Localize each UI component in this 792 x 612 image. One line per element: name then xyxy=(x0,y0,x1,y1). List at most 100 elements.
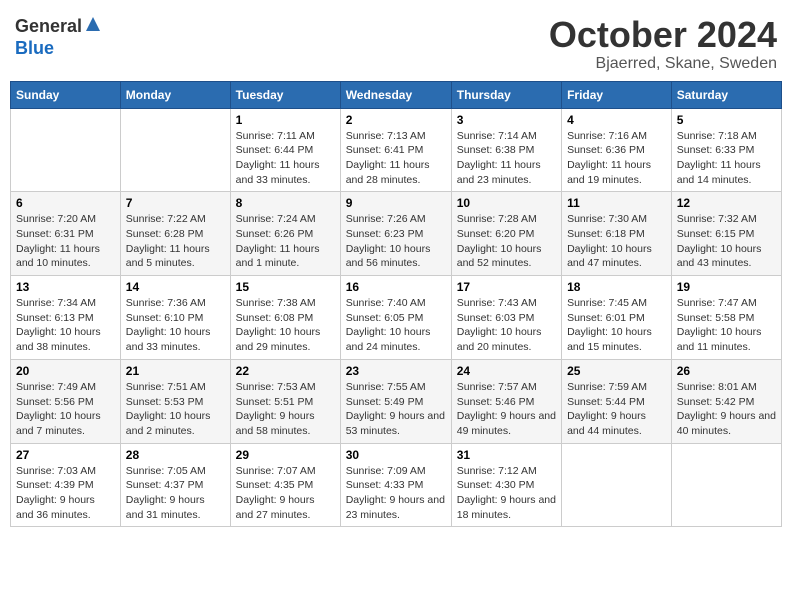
day-number: 29 xyxy=(236,448,335,462)
calendar-table: Sunday Monday Tuesday Wednesday Thursday… xyxy=(10,81,782,528)
table-row: 3Sunrise: 7:14 AMSunset: 6:38 PMDaylight… xyxy=(451,108,561,192)
day-number: 31 xyxy=(457,448,556,462)
day-info: Sunrise: 7:51 AMSunset: 5:53 PMDaylight:… xyxy=(126,380,225,439)
table-row: 31Sunrise: 7:12 AMSunset: 4:30 PMDayligh… xyxy=(451,443,561,527)
calendar-week-row: 27 Sunrise: 7:03 AMSunset: 4:39 PMDayligh… xyxy=(11,443,782,527)
logo: General Blue xyxy=(15,15,102,59)
month-title: October 2024 xyxy=(549,15,777,55)
table-row: 29 Sunrise: 7:07 AMSunset: 4:35 PMDayligh… xyxy=(230,443,340,527)
day-number: 12 xyxy=(677,196,776,210)
col-monday: Monday xyxy=(120,81,230,108)
col-wednesday: Wednesday xyxy=(340,81,451,108)
table-row: 25 Sunrise: 7:59 AMSunset: 5:44 PMDayligh… xyxy=(562,359,672,443)
day-number: 26 xyxy=(677,364,776,378)
day-info: Sunrise: 7:11 AMSunset: 6:44 PMDaylight:… xyxy=(236,129,335,188)
day-info: Sunrise: 7:45 AMSunset: 6:01 PMDaylight:… xyxy=(567,296,666,355)
day-number: 4 xyxy=(567,113,666,127)
table-row: 28 Sunrise: 7:05 AMSunset: 4:37 PMDayligh… xyxy=(120,443,230,527)
calendar-header-row: Sunday Monday Tuesday Wednesday Thursday… xyxy=(11,81,782,108)
table-row xyxy=(671,443,781,527)
day-info: Sunrise: 7:07 AMSunset: 4:35 PMDaylight:… xyxy=(236,464,335,523)
day-info: Sunrise: 7:43 AMSunset: 6:03 PMDaylight:… xyxy=(457,296,556,355)
day-info: Sunrise: 7:47 AMSunset: 5:58 PMDaylight:… xyxy=(677,296,776,355)
day-number: 9 xyxy=(346,196,446,210)
day-number: 21 xyxy=(126,364,225,378)
table-row: 6Sunrise: 7:20 AMSunset: 6:31 PMDaylight… xyxy=(11,192,121,276)
table-row: 27 Sunrise: 7:03 AMSunset: 4:39 PMDayligh… xyxy=(11,443,121,527)
day-number: 2 xyxy=(346,113,446,127)
day-number: 27 xyxy=(16,448,115,462)
day-info: Sunrise: 7:24 AMSunset: 6:26 PMDaylight:… xyxy=(236,212,335,271)
col-friday: Friday xyxy=(562,81,672,108)
title-area: October 2024 Bjaerred, Skane, Sweden xyxy=(549,15,777,73)
day-number: 7 xyxy=(126,196,225,210)
header: General Blue October 2024 Bjaerred, Skan… xyxy=(10,10,782,73)
table-row: 7 Sunrise: 7:22 AMSunset: 6:28 PMDaylight… xyxy=(120,192,230,276)
table-row xyxy=(120,108,230,192)
day-info: Sunrise: 7:53 AMSunset: 5:51 PMDaylight:… xyxy=(236,380,335,439)
table-row: 20Sunrise: 7:49 AMSunset: 5:56 PMDayligh… xyxy=(11,359,121,443)
table-row: 14 Sunrise: 7:36 AMSunset: 6:10 PMDayligh… xyxy=(120,276,230,360)
day-number: 25 xyxy=(567,364,666,378)
day-number: 13 xyxy=(16,280,115,294)
day-info: Sunrise: 7:28 AMSunset: 6:20 PMDaylight:… xyxy=(457,212,556,271)
day-info: Sunrise: 7:30 AMSunset: 6:18 PMDaylight:… xyxy=(567,212,666,271)
day-number: 20 xyxy=(16,364,115,378)
day-info: Sunrise: 7:57 AMSunset: 5:46 PMDaylight:… xyxy=(457,380,556,439)
table-row: 12Sunrise: 7:32 AMSunset: 6:15 PMDayligh… xyxy=(671,192,781,276)
table-row: 19Sunrise: 7:47 AMSunset: 5:58 PMDayligh… xyxy=(671,276,781,360)
table-row: 16Sunrise: 7:40 AMSunset: 6:05 PMDayligh… xyxy=(340,276,451,360)
day-number: 17 xyxy=(457,280,556,294)
day-number: 8 xyxy=(236,196,335,210)
col-tuesday: Tuesday xyxy=(230,81,340,108)
day-number: 1 xyxy=(236,113,335,127)
day-info: Sunrise: 7:22 AMSunset: 6:28 PMDaylight:… xyxy=(126,212,225,271)
day-info: Sunrise: 7:59 AMSunset: 5:44 PMDaylight:… xyxy=(567,380,666,439)
day-info: Sunrise: 7:18 AMSunset: 6:33 PMDaylight:… xyxy=(677,129,776,188)
table-row: 2 Sunrise: 7:13 AMSunset: 6:41 PMDaylight… xyxy=(340,108,451,192)
table-row: 8 Sunrise: 7:24 AMSunset: 6:26 PMDaylight… xyxy=(230,192,340,276)
table-row: 13 Sunrise: 7:34 AMSunset: 6:13 PMDayligh… xyxy=(11,276,121,360)
table-row: 30Sunrise: 7:09 AMSunset: 4:33 PMDayligh… xyxy=(340,443,451,527)
day-info: Sunrise: 8:01 AMSunset: 5:42 PMDaylight:… xyxy=(677,380,776,439)
day-number: 11 xyxy=(567,196,666,210)
table-row: 24 Sunrise: 7:57 AMSunset: 5:46 PMDayligh… xyxy=(451,359,561,443)
day-number: 6 xyxy=(16,196,115,210)
day-info: Sunrise: 7:13 AMSunset: 6:41 PMDaylight:… xyxy=(346,129,446,188)
table-row: 11 Sunrise: 7:30 AMSunset: 6:18 PMDayligh… xyxy=(562,192,672,276)
table-row: 9 Sunrise: 7:26 AMSunset: 6:23 PMDaylight… xyxy=(340,192,451,276)
day-info: Sunrise: 7:16 AMSunset: 6:36 PMDaylight:… xyxy=(567,129,666,188)
table-row: 26 Sunrise: 8:01 AMSunset: 5:42 PMDayligh… xyxy=(671,359,781,443)
day-info: Sunrise: 7:09 AMSunset: 4:33 PMDaylight:… xyxy=(346,464,446,523)
table-row: 17 Sunrise: 7:43 AMSunset: 6:03 PMDayligh… xyxy=(451,276,561,360)
day-number: 10 xyxy=(457,196,556,210)
table-row xyxy=(562,443,672,527)
location-title: Bjaerred, Skane, Sweden xyxy=(549,55,777,73)
table-row: 18 Sunrise: 7:45 AMSunset: 6:01 PMDayligh… xyxy=(562,276,672,360)
day-info: Sunrise: 7:38 AMSunset: 6:08 PMDaylight:… xyxy=(236,296,335,355)
day-number: 15 xyxy=(236,280,335,294)
table-row xyxy=(11,108,121,192)
table-row: 22Sunrise: 7:53 AMSunset: 5:51 PMDayligh… xyxy=(230,359,340,443)
table-row: 1 Sunrise: 7:11 AMSunset: 6:44 PMDaylight… xyxy=(230,108,340,192)
calendar-week-row: 1 Sunrise: 7:11 AMSunset: 6:44 PMDaylight… xyxy=(11,108,782,192)
table-row: 10 Sunrise: 7:28 AMSunset: 6:20 PMDayligh… xyxy=(451,192,561,276)
day-number: 3 xyxy=(457,113,556,127)
day-info: Sunrise: 7:26 AMSunset: 6:23 PMDaylight:… xyxy=(346,212,446,271)
day-number: 5 xyxy=(677,113,776,127)
day-number: 23 xyxy=(346,364,446,378)
logo-general-text: General xyxy=(15,16,82,37)
table-row: 4 Sunrise: 7:16 AMSunset: 6:36 PMDaylight… xyxy=(562,108,672,192)
day-info: Sunrise: 7:05 AMSunset: 4:37 PMDaylight:… xyxy=(126,464,225,523)
logo-blue-text: Blue xyxy=(15,38,54,59)
day-number: 14 xyxy=(126,280,225,294)
table-row: 5 Sunrise: 7:18 AMSunset: 6:33 PMDaylight… xyxy=(671,108,781,192)
calendar-week-row: 6Sunrise: 7:20 AMSunset: 6:31 PMDaylight… xyxy=(11,192,782,276)
day-info: Sunrise: 7:34 AMSunset: 6:13 PMDaylight:… xyxy=(16,296,115,355)
day-info: Sunrise: 7:03 AMSunset: 4:39 PMDaylight:… xyxy=(16,464,115,523)
day-number: 28 xyxy=(126,448,225,462)
day-info: Sunrise: 7:36 AMSunset: 6:10 PMDaylight:… xyxy=(126,296,225,355)
day-number: 18 xyxy=(567,280,666,294)
table-row: 21 Sunrise: 7:51 AMSunset: 5:53 PMDayligh… xyxy=(120,359,230,443)
day-number: 24 xyxy=(457,364,556,378)
